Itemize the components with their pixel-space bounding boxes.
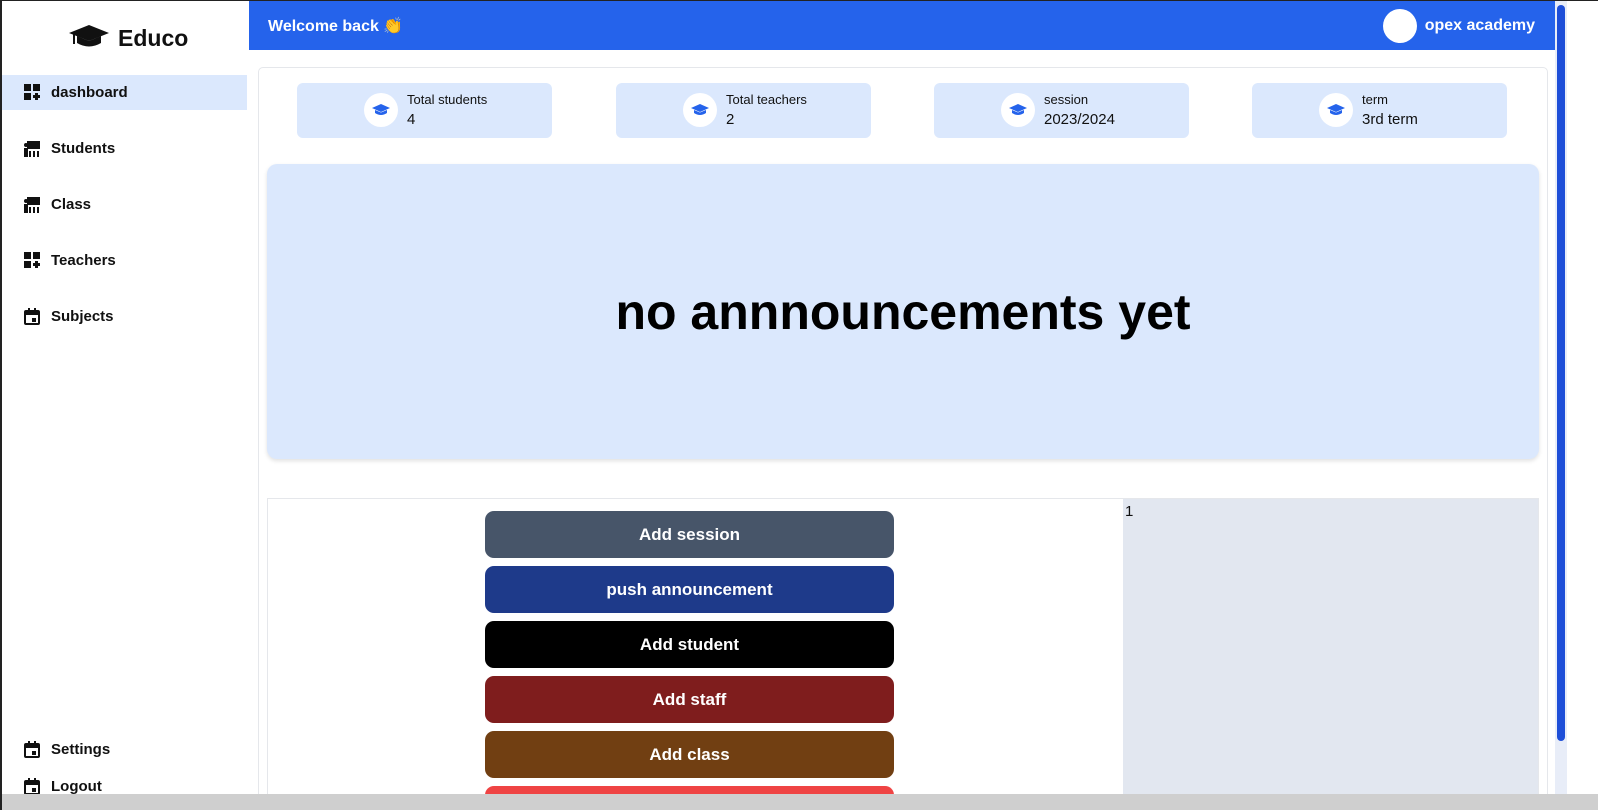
user-name: opex academy bbox=[1424, 17, 1535, 34]
stat-label: Total teachers bbox=[726, 92, 807, 107]
sidebar-item-settings[interactable]: Settings bbox=[2, 732, 247, 767]
sidebar-item-label: Settings bbox=[51, 741, 111, 758]
summary-count: 1 bbox=[1125, 503, 1134, 520]
calendar-icon bbox=[23, 778, 41, 796]
announcement-panel: no annnouncements yet bbox=[267, 164, 1539, 459]
stat-card-total-students: Total students 4 bbox=[297, 83, 552, 138]
classroom-icon bbox=[23, 196, 41, 214]
brand-name: Educo bbox=[118, 25, 189, 51]
stat-label: Total students bbox=[407, 92, 488, 107]
sidebar-item-label: Students bbox=[51, 140, 116, 157]
stat-label: term bbox=[1362, 92, 1388, 107]
sidebar-item-teachers[interactable]: Teachers bbox=[2, 243, 247, 278]
profile-menu[interactable]: opex academy bbox=[1382, 9, 1535, 43]
page-scrollbar[interactable] bbox=[1555, 1, 1598, 810]
sidebar-item-label: Logout bbox=[51, 778, 102, 795]
sidebar-item-students[interactable]: Students bbox=[2, 131, 247, 166]
add-student-button[interactable]: Add student bbox=[485, 621, 894, 668]
stat-label: session bbox=[1044, 92, 1089, 107]
welcome-message: Welcome back 👏 bbox=[268, 18, 404, 35]
stat-value: 3rd term bbox=[1362, 111, 1418, 128]
quick-actions-panel: Add session push announcement Add studen… bbox=[267, 498, 1539, 810]
avatar[interactable] bbox=[1382, 9, 1417, 43]
graduation-cap-icon bbox=[1319, 93, 1353, 127]
sidebar: Educo dashboard Students Class Teachers bbox=[2, 1, 249, 810]
stat-card-term: term 3rd term bbox=[1252, 83, 1507, 138]
top-bar: Welcome back 👏 opex academy bbox=[249, 1, 1555, 50]
stat-value: 2023/2024 bbox=[1044, 111, 1115, 128]
add-class-button[interactable]: Add class bbox=[485, 731, 894, 778]
taskbar-strip bbox=[2, 794, 1598, 810]
brand-logo[interactable]: Educo bbox=[68, 23, 188, 54]
sidebar-item-label: Class bbox=[51, 196, 92, 213]
add-staff-button[interactable]: Add staff bbox=[485, 676, 894, 723]
sidebar-item-label: dashboard bbox=[51, 84, 128, 101]
graduation-cap-icon bbox=[1001, 93, 1035, 127]
stat-card-session: session 2023/2024 bbox=[934, 83, 1189, 138]
summary-box: 1 bbox=[1123, 499, 1538, 810]
sidebar-item-dashboard[interactable]: dashboard bbox=[2, 75, 247, 110]
app-window: Educo dashboard Students Class Teachers bbox=[0, 0, 1598, 810]
calendar-icon bbox=[23, 308, 41, 326]
graduation-cap-icon bbox=[683, 93, 717, 127]
push-announcement-button[interactable]: push announcement bbox=[485, 566, 894, 613]
sidebar-item-subjects[interactable]: Subjects bbox=[2, 299, 247, 334]
calendar-icon bbox=[23, 741, 41, 759]
add-session-button[interactable]: Add session bbox=[485, 511, 894, 558]
graduation-cap-icon bbox=[364, 93, 398, 127]
dashboard-content: Total students 4 Total teachers 2 sessio… bbox=[258, 67, 1548, 810]
classroom-icon bbox=[23, 140, 41, 158]
announcement-message: no annnouncements yet bbox=[615, 283, 1191, 340]
dashboard-icon bbox=[23, 84, 41, 102]
stat-value: 2 bbox=[726, 111, 735, 128]
sidebar-item-label: Teachers bbox=[51, 252, 116, 269]
sidebar-item-class[interactable]: Class bbox=[2, 187, 247, 222]
scroll-thumb[interactable] bbox=[1557, 5, 1565, 741]
stat-card-total-teachers: Total teachers 2 bbox=[616, 83, 871, 138]
sidebar-item-label: Subjects bbox=[51, 308, 114, 325]
dashboard-icon bbox=[23, 252, 41, 270]
stat-value: 4 bbox=[407, 111, 416, 128]
graduation-cap-icon bbox=[68, 23, 110, 54]
